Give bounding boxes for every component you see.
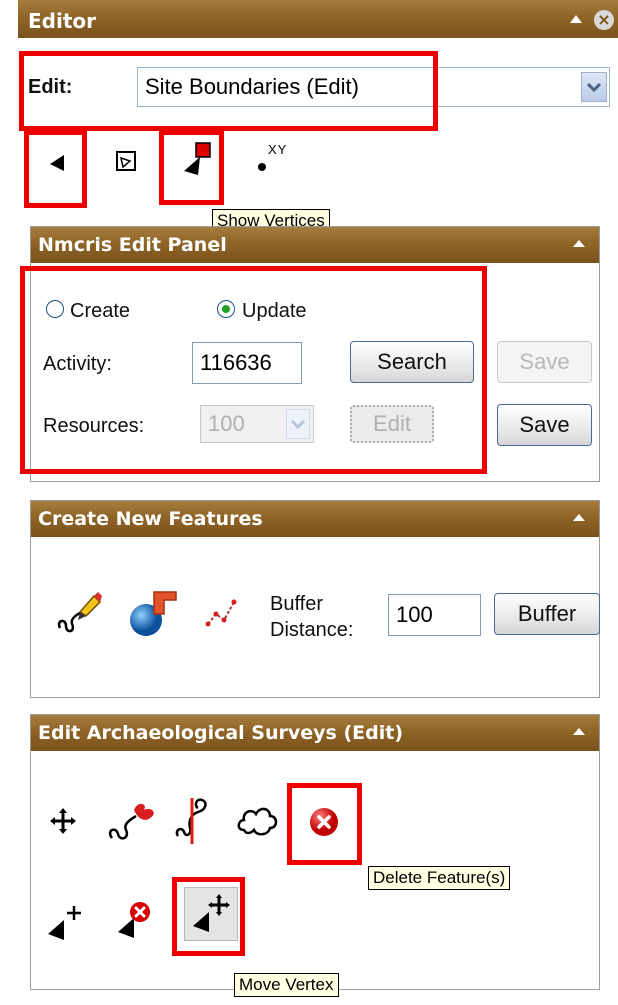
collapse-icon[interactable] <box>573 240 585 247</box>
select-highlight-box <box>24 130 87 208</box>
edit-vertices-icon[interactable] <box>114 149 138 178</box>
save-button-disabled[interactable]: Save <box>497 341 592 383</box>
create-line-icon[interactable] <box>204 594 242 637</box>
create-point-icon[interactable] <box>124 586 180 647</box>
reshape-icon[interactable] <box>104 790 160 851</box>
buffer-distance-value: 100 <box>396 602 433 627</box>
add-vertex-icon[interactable] <box>44 902 88 951</box>
nmcris-title: Nmcris Edit Panel <box>38 234 227 256</box>
nmcris-header: Nmcris Edit Panel <box>31 227 599 263</box>
chevron-down-icon[interactable] <box>581 72 607 102</box>
coordinates-icon[interactable]: XY <box>256 142 292 179</box>
delete-vertex-icon[interactable] <box>112 898 158 949</box>
delete-feature-highlight-box <box>287 783 362 865</box>
archaeo-header: Edit Archaeological Surveys (Edit) <box>31 715 599 751</box>
collapse-icon[interactable] <box>573 514 585 521</box>
save-button-disabled-label: Save <box>519 349 570 374</box>
coordinates-label: XY <box>268 142 288 157</box>
archaeo-title: Edit Archaeological Surveys (Edit) <box>38 722 404 744</box>
buffer-button-label: Buffer <box>517 601 577 626</box>
delete-feature-tooltip: Delete Feature(s) <box>368 866 511 890</box>
editor-header: Editor × <box>18 0 618 38</box>
save-button-label: Save <box>519 412 570 437</box>
cut-icon[interactable] <box>172 790 214 851</box>
move-icon[interactable] <box>48 806 78 841</box>
create-features-header: Create New Features <box>31 501 599 537</box>
show-vertices-highlight-box <box>159 130 224 205</box>
move-vertex-tooltip: Move Vertex <box>234 973 339 997</box>
buffer-button[interactable]: Buffer <box>494 593 600 635</box>
buffer-label: Buffer <box>270 593 323 615</box>
union-icon[interactable] <box>236 802 280 843</box>
move-vertex-highlight-box <box>172 877 245 956</box>
close-icon[interactable]: × <box>594 10 614 30</box>
collapse-icon[interactable] <box>573 728 585 735</box>
edit-highlight-box <box>19 51 438 131</box>
save-button[interactable]: Save <box>497 404 592 446</box>
create-features-title: Create New Features <box>38 508 263 530</box>
buffer-distance-input[interactable]: 100 <box>388 594 481 636</box>
buffer-distance-label: Distance: <box>270 619 354 641</box>
collapse-icon[interactable] <box>570 15 582 23</box>
nmcris-highlight-box <box>20 266 487 474</box>
editor-title: Editor <box>28 9 96 33</box>
draw-freehand-icon[interactable] <box>54 590 102 643</box>
